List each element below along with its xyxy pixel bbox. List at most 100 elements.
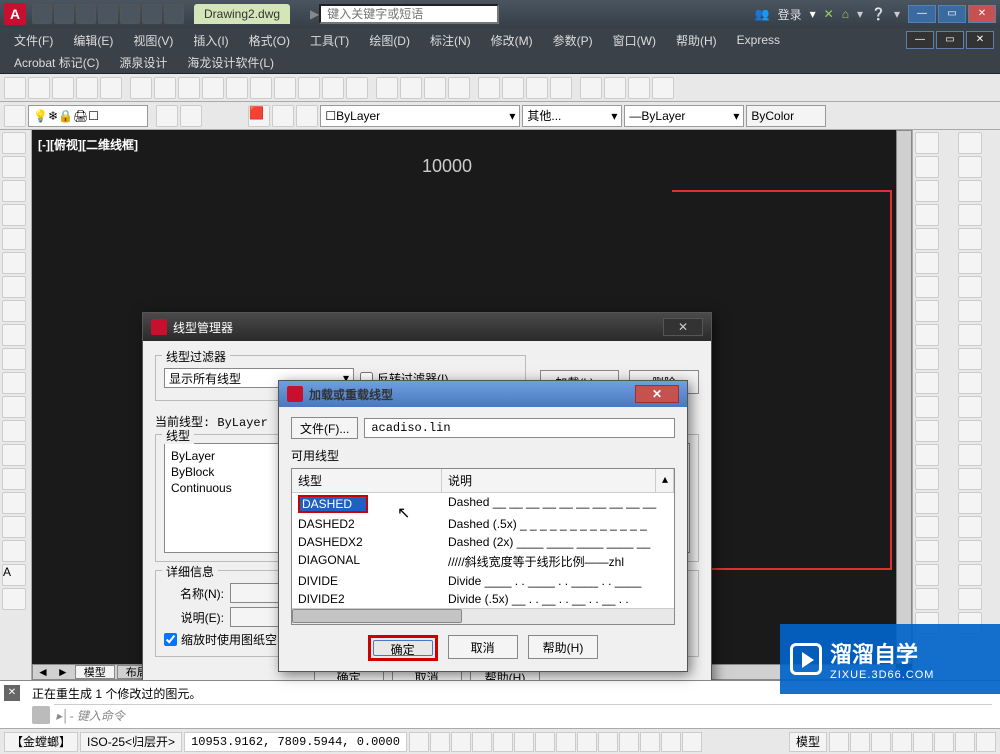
menu-dimension[interactable]: 标注(N) bbox=[422, 30, 479, 51]
st-icon8[interactable] bbox=[976, 732, 996, 752]
lineweight-btn[interactable] bbox=[296, 105, 318, 127]
calc-icon[interactable] bbox=[550, 77, 572, 99]
dyn-icon[interactable] bbox=[577, 732, 597, 752]
st-icon5[interactable] bbox=[913, 732, 933, 752]
l-arc-icon[interactable] bbox=[2, 252, 26, 274]
bylayer-combo[interactable]: — ByLayer▾ bbox=[624, 105, 744, 127]
r-chamfer-icon[interactable] bbox=[915, 444, 939, 466]
l-pline-icon[interactable] bbox=[2, 180, 26, 202]
l-addsel-icon[interactable] bbox=[2, 588, 26, 610]
r-dim6-icon[interactable] bbox=[958, 564, 982, 586]
layfreeze-icon[interactable] bbox=[652, 77, 674, 99]
r-move-icon[interactable] bbox=[915, 252, 939, 274]
doc-minimize[interactable]: — bbox=[906, 31, 934, 49]
scale-icon[interactable] bbox=[226, 77, 248, 99]
qat-redo-icon[interactable] bbox=[164, 4, 184, 24]
r-join-icon[interactable] bbox=[915, 420, 939, 442]
qat-undo-icon[interactable] bbox=[142, 4, 162, 24]
minimize-button[interactable]: — bbox=[908, 5, 936, 23]
drawing-canvas[interactable]: [-][俯视][二维线框] 10000 ◄► 模型 布局1 布局2 线型管理器 … bbox=[32, 130, 912, 680]
qat-save-icon[interactable] bbox=[76, 4, 96, 24]
pan-icon[interactable] bbox=[376, 77, 398, 99]
r-dim1-icon[interactable] bbox=[915, 516, 939, 538]
linetype-row[interactable]: DASHEDDashed __ __ __ __ __ __ __ __ __ … bbox=[292, 493, 674, 515]
r-mirror-icon[interactable] bbox=[915, 180, 939, 202]
snap-icon[interactable] bbox=[409, 732, 429, 752]
r-tool6-icon[interactable] bbox=[958, 252, 982, 274]
polar-icon[interactable] bbox=[472, 732, 492, 752]
qat-new-icon[interactable] bbox=[32, 4, 52, 24]
linetype-row[interactable]: DIVIDEDivide ____ . . ____ . . ____ . . … bbox=[292, 572, 674, 590]
tpy-icon[interactable] bbox=[619, 732, 639, 752]
l-revcloud-icon[interactable] bbox=[2, 300, 26, 322]
app-icon-2[interactable]: ⌂ bbox=[842, 7, 849, 21]
app-icon[interactable]: A bbox=[4, 3, 26, 25]
r-erase-icon[interactable] bbox=[915, 132, 939, 154]
l-rect-icon[interactable] bbox=[2, 228, 26, 250]
menu-acrobat[interactable]: Acrobat 标记(C) bbox=[6, 52, 107, 73]
osnap-icon[interactable] bbox=[493, 732, 513, 752]
linetype-row[interactable]: DIVIDE2Divide (.5x) __ . . __ . . __ . .… bbox=[292, 590, 674, 608]
line-icon[interactable] bbox=[4, 77, 26, 99]
menu-draw[interactable]: 绘图(D) bbox=[361, 30, 418, 51]
sheet-icon[interactable] bbox=[502, 77, 524, 99]
r-tool12-icon[interactable] bbox=[958, 396, 982, 418]
dlg2-titlebar[interactable]: 加载或重载线型 ✕ bbox=[279, 381, 687, 407]
r-offset-icon[interactable] bbox=[915, 204, 939, 226]
list-hscroll[interactable] bbox=[292, 608, 674, 624]
lwt-icon[interactable] bbox=[598, 732, 618, 752]
l-block-icon[interactable] bbox=[2, 420, 26, 442]
match-icon[interactable] bbox=[156, 105, 178, 127]
r-fillet-icon[interactable] bbox=[915, 468, 939, 490]
dlg1-close-button[interactable]: ✕ bbox=[663, 318, 703, 336]
st-icon2[interactable] bbox=[850, 732, 870, 752]
r-dim4-icon[interactable] bbox=[958, 540, 982, 562]
color-btn[interactable]: 🟥 bbox=[248, 105, 270, 127]
st-icon3[interactable] bbox=[871, 732, 891, 752]
l-spline-icon[interactable] bbox=[2, 324, 26, 346]
help-icon[interactable]: ❔ bbox=[871, 7, 886, 21]
file-input[interactable]: acadiso.lin bbox=[364, 418, 675, 438]
menu-help[interactable]: 帮助(H) bbox=[668, 30, 725, 51]
r-dim2-icon[interactable] bbox=[958, 516, 982, 538]
r-stretch-icon[interactable] bbox=[915, 324, 939, 346]
r-tool10-icon[interactable] bbox=[958, 348, 982, 370]
extend-icon[interactable] bbox=[274, 77, 296, 99]
other-combo[interactable]: 其他...▾ bbox=[522, 105, 622, 127]
linetype-btn[interactable] bbox=[272, 105, 294, 127]
cmd-input[interactable]: ▸│- 键入命令 bbox=[54, 704, 992, 726]
layer-state-combo[interactable]: 💡❄🔒🖨☐ bbox=[28, 105, 148, 127]
st-icon7[interactable] bbox=[955, 732, 975, 752]
prev-layer-icon[interactable] bbox=[180, 105, 202, 127]
polyline-icon[interactable] bbox=[28, 77, 50, 99]
circle-icon[interactable] bbox=[52, 77, 74, 99]
r-tool5-icon[interactable] bbox=[958, 228, 982, 250]
layer-props-icon[interactable] bbox=[4, 105, 26, 127]
tab-model[interactable]: 模型 bbox=[75, 665, 115, 679]
menu-yuanquan[interactable]: 源泉设计 bbox=[111, 52, 175, 73]
menu-format[interactable]: 格式(O) bbox=[241, 30, 298, 51]
menu-file[interactable]: 文件(F) bbox=[6, 30, 61, 51]
l-xline-icon[interactable] bbox=[2, 156, 26, 178]
r-tool15-icon[interactable] bbox=[958, 468, 982, 490]
zoomext-icon[interactable] bbox=[448, 77, 470, 99]
doc-close[interactable]: ✕ bbox=[966, 31, 994, 49]
menu-parametric[interactable]: 参数(P) bbox=[545, 30, 601, 51]
r-tool16-icon[interactable] bbox=[958, 492, 982, 514]
offset-icon[interactable] bbox=[298, 77, 320, 99]
st-icon6[interactable] bbox=[934, 732, 954, 752]
layer-combo[interactable]: ☐ ByLayer▾ bbox=[320, 105, 520, 127]
r-tool3-icon[interactable] bbox=[958, 180, 982, 202]
array-icon[interactable] bbox=[346, 77, 368, 99]
r-break-icon[interactable] bbox=[915, 396, 939, 418]
l-table-icon[interactable] bbox=[2, 540, 26, 562]
qat-saveas-icon[interactable] bbox=[98, 4, 118, 24]
move-icon[interactable] bbox=[130, 77, 152, 99]
r-trim-icon[interactable] bbox=[915, 348, 939, 370]
qp-icon[interactable] bbox=[640, 732, 660, 752]
r-scale-icon[interactable] bbox=[915, 300, 939, 322]
r-tool4-icon[interactable] bbox=[958, 204, 982, 226]
ducs-icon[interactable] bbox=[556, 732, 576, 752]
doc-restore[interactable]: ▭ bbox=[936, 31, 964, 49]
qat-print-icon[interactable] bbox=[120, 4, 140, 24]
